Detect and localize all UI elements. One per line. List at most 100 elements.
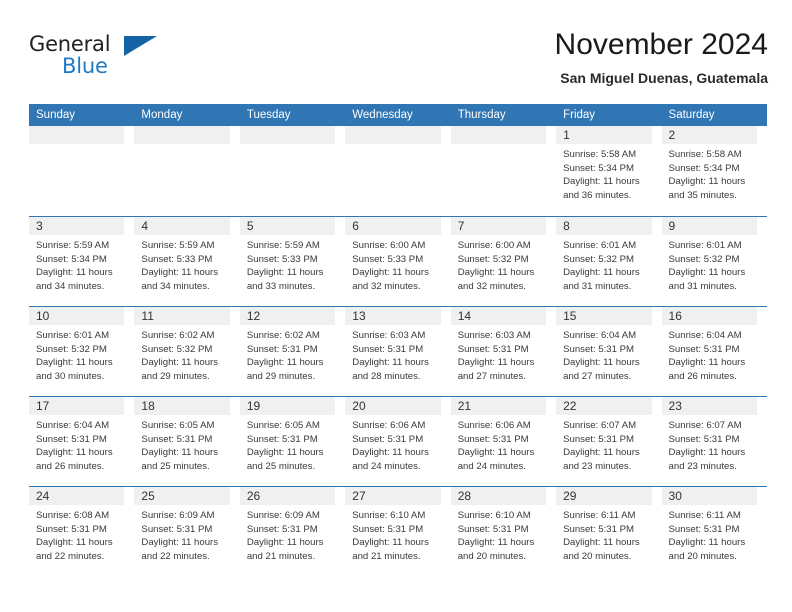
- weekday-tuesday: Tuesday: [246, 109, 291, 121]
- title-block: November 2024 San Miguel Duenas, Guatema…: [555, 28, 768, 86]
- sunset-text: Sunset: 5:31 PM: [246, 433, 318, 445]
- day-number-band: 29: [556, 487, 652, 505]
- daylight-text-line1: Daylight: 11 hours: [563, 357, 640, 369]
- day-cell[interactable]: 28 Sunrise: 6:10 AM Sunset: 5:31 PM Dayligh…: [450, 487, 556, 576]
- day-cell[interactable]: 17 Sunrise: 6:04 AM Sunset: 5:31 PM Dayligh…: [29, 397, 134, 486]
- day-number-band: 30: [661, 487, 757, 505]
- sunrise-text: Sunrise: 6:04 AM: [668, 330, 742, 341]
- day-cell[interactable]: 20 Sunrise: 6:06 AM Sunset: 5:31 PM Dayligh…: [345, 397, 450, 486]
- day-cell[interactable]: 4 Sunrise: 5:59 AM Sunset: 5:33 PM Daylight…: [134, 217, 239, 306]
- day-cell[interactable]: 16 Sunrise: 6:04 AM Sunset: 5:31 PM Dayligh…: [661, 307, 767, 396]
- daylight-text-line2: and 27 minutes.: [563, 370, 632, 382]
- day-cell[interactable]: 9 Sunrise: 6:01 AM Sunset: 5:32 PM Daylight…: [661, 217, 767, 306]
- day-cell[interactable]: 3 Sunrise: 5:59 AM Sunset: 5:34 PM Daylight…: [29, 217, 134, 306]
- daylight-text-line2: and 24 minutes.: [457, 460, 526, 472]
- day-cell[interactable]: 11 Sunrise: 6:02 AM Sunset: 5:32 PM Dayligh…: [134, 307, 239, 396]
- day-number-band: 23: [661, 397, 757, 415]
- sunset-text: Sunset: 5:31 PM: [352, 343, 424, 355]
- sunrise-text: Sunrise: 5:59 AM: [246, 240, 320, 251]
- day-cell[interactable]: 15 Sunrise: 6:04 AM Sunset: 5:31 PM Dayligh…: [556, 307, 661, 396]
- calendar-week-row: 1 Sunrise: 5:58 AM Sunset: 5:34 PM Daylight…: [29, 126, 767, 216]
- day-number-band: [345, 126, 441, 144]
- day-cell[interactable]: 14 Sunrise: 6:03 AM Sunset: 5:31 PM Dayligh…: [450, 307, 556, 396]
- day-number: 2: [668, 128, 676, 142]
- weekday-thursday: Thursday: [457, 109, 506, 121]
- day-details: Sunrise: 5:59 AM Sunset: 5:34 PM Daylight:…: [29, 235, 128, 293]
- daylight-text-line1: Daylight: 11 hours: [457, 357, 535, 369]
- day-cell[interactable]: 23 Sunrise: 6:07 AM Sunset: 5:31 PM Dayligh…: [661, 397, 767, 486]
- day-number-band: 6: [345, 217, 441, 235]
- day-cell[interactable]: 7 Sunrise: 6:00 AM Sunset: 5:32 PM Daylight…: [450, 217, 556, 306]
- sunset-text: Sunset: 5:31 PM: [36, 433, 107, 445]
- sunset-text: Sunset: 5:31 PM: [668, 523, 740, 535]
- day-number: 7: [457, 219, 465, 233]
- day-cell[interactable]: 30 Sunrise: 6:11 AM Sunset: 5:31 PM Dayligh…: [661, 487, 767, 576]
- day-cell[interactable]: 18 Sunrise: 6:05 AM Sunset: 5:31 PM Dayligh…: [134, 397, 239, 486]
- day-details: Sunrise: 6:06 AM Sunset: 5:31 PM Daylight:…: [345, 415, 444, 473]
- sunset-text: Sunset: 5:31 PM: [563, 433, 635, 445]
- sunrise-text: Sunrise: 5:58 AM: [563, 149, 637, 160]
- day-details: Sunrise: 6:09 AM Sunset: 5:31 PM Daylight:…: [134, 505, 233, 563]
- day-number-band: 7: [450, 217, 547, 235]
- day-cell[interactable]: 21 Sunrise: 6:06 AM Sunset: 5:31 PM Dayligh…: [450, 397, 556, 486]
- day-details: Sunrise: 6:00 AM Sunset: 5:33 PM Daylight:…: [345, 235, 444, 293]
- daylight-text-line1: Daylight: 11 hours: [141, 267, 219, 279]
- day-cell[interactable]: 8 Sunrise: 6:01 AM Sunset: 5:32 PM Daylight…: [556, 217, 661, 306]
- day-number-band: 13: [345, 307, 441, 325]
- day-cell[interactable]: 5 Sunrise: 5:59 AM Sunset: 5:33 PM Daylight…: [239, 217, 345, 306]
- sunset-text: Sunset: 5:31 PM: [668, 343, 740, 355]
- day-number: 26: [246, 489, 261, 503]
- day-cell[interactable]: 6 Sunrise: 6:00 AM Sunset: 5:33 PM Daylight…: [345, 217, 450, 306]
- day-details: Sunrise: 6:10 AM Sunset: 5:31 PM Daylight:…: [451, 505, 550, 563]
- day-cell-empty: [450, 126, 556, 216]
- daylight-text-line2: and 27 minutes.: [457, 370, 526, 382]
- day-cell[interactable]: 2 Sunrise: 5:58 AM Sunset: 5:34 PM Daylight…: [661, 126, 767, 216]
- day-details: Sunrise: 6:05 AM Sunset: 5:31 PM Daylight:…: [134, 415, 233, 473]
- day-number-band: 28: [450, 487, 547, 505]
- day-number: 13: [352, 309, 366, 323]
- day-number: 27: [352, 489, 366, 503]
- day-details: Sunrise: 5:59 AM Sunset: 5:33 PM Daylight:…: [240, 235, 339, 293]
- sunrise-text: Sunrise: 6:06 AM: [457, 420, 531, 431]
- sunset-text: Sunset: 5:31 PM: [352, 523, 424, 535]
- day-cell[interactable]: 24 Sunrise: 6:08 AM Sunset: 5:31 PM Dayligh…: [29, 487, 134, 576]
- sunrise-text: Sunrise: 6:09 AM: [246, 510, 320, 521]
- daylight-text-line2: and 21 minutes.: [246, 550, 316, 562]
- daylight-text-line1: Daylight: 11 hours: [352, 357, 429, 369]
- day-number: 25: [141, 489, 155, 503]
- sunset-text: Sunset: 5:32 PM: [36, 343, 107, 355]
- day-cell[interactable]: 10 Sunrise: 6:01 AM Sunset: 5:32 PM Dayligh…: [29, 307, 134, 396]
- weekday-wednesday: Wednesday: [352, 109, 413, 121]
- day-number: 30: [668, 489, 682, 503]
- sunrise-text: Sunrise: 5:59 AM: [36, 240, 110, 251]
- sunset-text: Sunset: 5:33 PM: [246, 253, 318, 265]
- logo-text-general: General: [29, 32, 111, 56]
- day-number-band: 3: [29, 217, 125, 235]
- daylight-text-line1: Daylight: 11 hours: [668, 357, 746, 369]
- day-cell[interactable]: 29 Sunrise: 6:11 AM Sunset: 5:31 PM Dayligh…: [556, 487, 661, 576]
- sunrise-text: Sunrise: 6:01 AM: [563, 240, 637, 251]
- day-cell[interactable]: 12 Sunrise: 6:02 AM Sunset: 5:31 PM Dayligh…: [239, 307, 345, 396]
- day-cell[interactable]: 25 Sunrise: 6:09 AM Sunset: 5:31 PM Dayligh…: [134, 487, 239, 576]
- day-cell[interactable]: 26 Sunrise: 6:09 AM Sunset: 5:31 PM Dayligh…: [239, 487, 345, 576]
- daylight-text-line1: Daylight: 11 hours: [563, 267, 640, 279]
- day-number: 12: [246, 309, 261, 323]
- day-cell[interactable]: 1 Sunrise: 5:58 AM Sunset: 5:34 PM Daylight…: [556, 126, 661, 216]
- sunrise-text: Sunrise: 5:59 AM: [141, 240, 215, 251]
- day-details: Sunrise: 5:58 AM Sunset: 5:34 PM Daylight:…: [662, 144, 761, 202]
- daylight-text-line2: and 24 minutes.: [352, 460, 421, 472]
- general-blue-logo[interactable]: General Blue: [29, 32, 164, 86]
- day-cell[interactable]: 22 Sunrise: 6:07 AM Sunset: 5:31 PM Dayligh…: [556, 397, 661, 486]
- daylight-text-line1: Daylight: 11 hours: [352, 447, 429, 459]
- day-details: Sunrise: 6:09 AM Sunset: 5:31 PM Daylight:…: [240, 505, 339, 563]
- sunset-text: Sunset: 5:31 PM: [457, 433, 529, 445]
- day-cell[interactable]: 27 Sunrise: 6:10 AM Sunset: 5:31 PM Dayligh…: [345, 487, 450, 576]
- sunrise-text: Sunrise: 6:03 AM: [457, 330, 531, 341]
- daylight-text-line2: and 25 minutes.: [246, 460, 316, 472]
- daylight-text-line2: and 29 minutes.: [141, 370, 210, 382]
- sunset-text: Sunset: 5:33 PM: [141, 253, 213, 265]
- daylight-text-line2: and 34 minutes.: [141, 280, 210, 292]
- day-cell[interactable]: 19 Sunrise: 6:05 AM Sunset: 5:31 PM Dayligh…: [239, 397, 345, 486]
- daylight-text-line2: and 35 minutes.: [668, 189, 737, 201]
- day-cell[interactable]: 13 Sunrise: 6:03 AM Sunset: 5:31 PM Dayligh…: [345, 307, 450, 396]
